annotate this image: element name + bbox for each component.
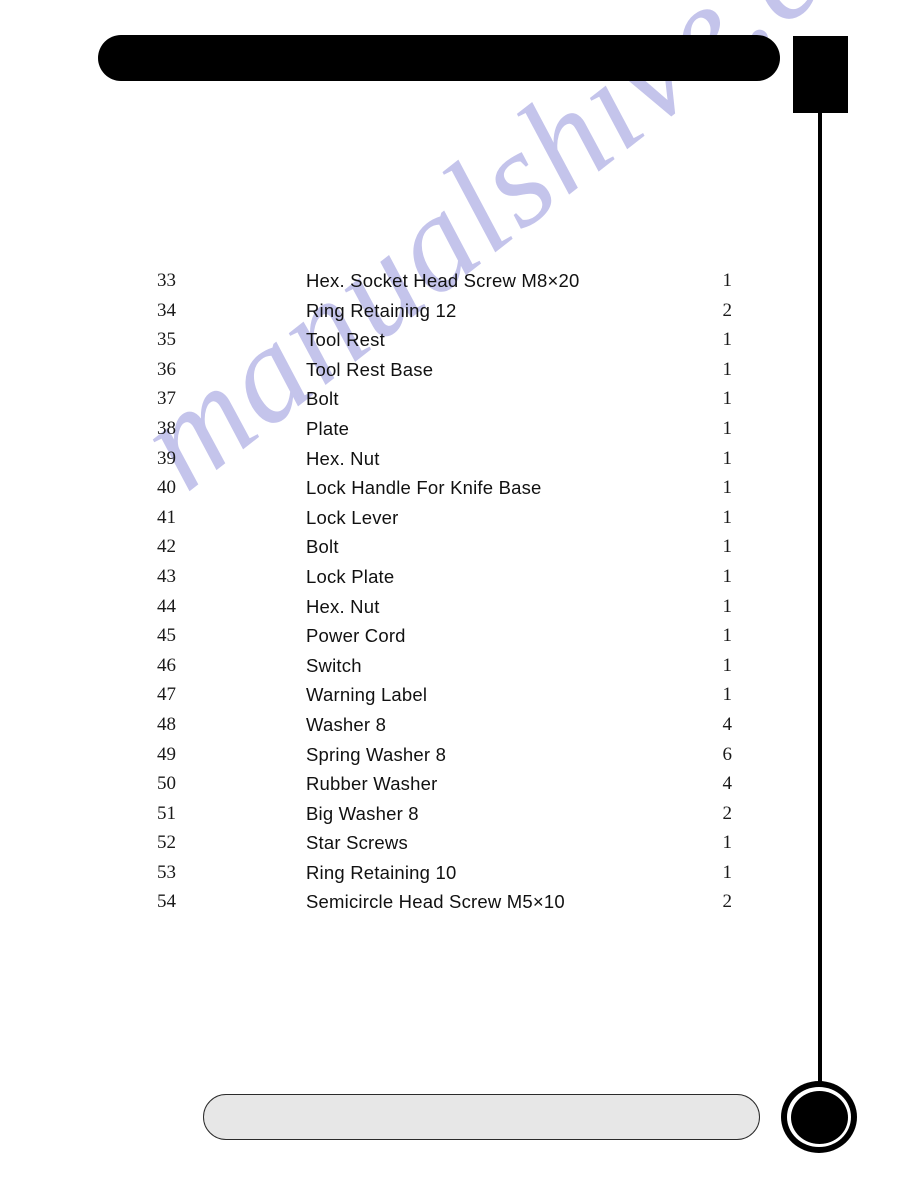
row-quantity: 1 <box>722 447 733 469</box>
row-description: Warning Label <box>306 684 428 706</box>
row-index: 36 <box>157 358 176 380</box>
row-quantity: 1 <box>722 832 733 854</box>
table-row: 46 Switch 1 <box>0 651 918 681</box>
row-description: Spring Washer 8 <box>306 743 447 765</box>
document-page: manualshive.com 33 Hex. Socket Head Screw… <box>0 0 918 1188</box>
row-description: Switch <box>306 654 362 676</box>
row-quantity: 1 <box>722 358 733 380</box>
row-quantity: 1 <box>722 536 733 558</box>
page-number-badge <box>781 1081 857 1153</box>
row-description: Hex. Nut <box>306 595 380 617</box>
row-description: Tool Rest <box>306 329 385 351</box>
table-row: 39 Hex. Nut 1 <box>0 444 918 474</box>
footer-bar <box>203 1094 760 1140</box>
table-row: 34 Ring Retaining 12 2 <box>0 296 918 326</box>
row-quantity: 1 <box>722 861 733 883</box>
row-description: Plate <box>306 417 350 439</box>
header-bar <box>98 35 780 81</box>
row-quantity: 4 <box>722 773 733 795</box>
table-row: 54 Semicircle Head Screw M5×10 2 <box>0 887 918 917</box>
table-row: 38 Plate 1 <box>0 414 918 444</box>
row-quantity: 4 <box>722 713 733 735</box>
row-index: 54 <box>157 891 176 913</box>
row-quantity: 1 <box>722 477 733 499</box>
header-side-tab <box>793 36 848 113</box>
parts-list-table: 33 Hex. Socket Head Screw M8×20 1 34 Ring Re… <box>0 266 918 917</box>
row-description: Hex. Socket Head Screw M8×20 <box>306 270 580 291</box>
row-index: 49 <box>157 743 176 765</box>
table-row: 44 Hex. Nut 1 <box>0 592 918 622</box>
row-description: Star Screws <box>306 832 408 854</box>
row-description: Bolt <box>306 388 339 410</box>
row-index: 48 <box>157 713 176 735</box>
row-index: 37 <box>157 388 176 410</box>
table-row: 50 Rubber Washer 4 <box>0 769 918 799</box>
badge-core <box>790 1090 848 1144</box>
table-row: 45 Power Cord 1 <box>0 621 918 651</box>
row-description: Power Cord <box>306 625 406 647</box>
table-row: 53 Ring Retaining 10 1 <box>0 858 918 888</box>
row-quantity: 6 <box>722 743 733 765</box>
row-description: Tool Rest Base <box>306 358 434 380</box>
table-row: 47 Warning Label 1 <box>0 680 918 710</box>
table-row: 43 Lock Plate 1 <box>0 562 918 592</box>
row-index: 50 <box>157 773 176 795</box>
row-quantity: 2 <box>722 891 733 913</box>
row-index: 53 <box>157 861 176 883</box>
row-description: Bolt <box>306 536 339 558</box>
row-quantity: 2 <box>722 802 733 824</box>
row-description: Washer 8 <box>306 713 387 735</box>
table-row: 35 Tool Rest 1 <box>0 325 918 355</box>
table-row: 49 Spring Washer 8 6 <box>0 740 918 770</box>
row-description: Lock Plate <box>306 565 395 587</box>
row-index: 46 <box>157 654 176 676</box>
table-row: 37 Bolt 1 <box>0 384 918 414</box>
row-index: 42 <box>157 536 176 558</box>
row-quantity: 1 <box>722 595 733 617</box>
row-index: 44 <box>157 595 176 617</box>
table-row: 40 Lock Handle For Knife Base 1 <box>0 473 918 503</box>
table-row: 48 Washer 8 4 <box>0 710 918 740</box>
right-edge-rule <box>818 112 822 1084</box>
row-description: Big Washer 8 <box>306 802 419 824</box>
row-index: 38 <box>157 417 176 439</box>
row-index: 34 <box>157 299 176 321</box>
table-row: 41 Lock Lever 1 <box>0 503 918 533</box>
table-row: 52 Star Screws 1 <box>0 828 918 858</box>
row-quantity: 1 <box>722 417 733 439</box>
row-index: 40 <box>157 477 176 499</box>
row-quantity: 1 <box>722 684 733 706</box>
table-row: 36 Tool Rest Base 1 <box>0 355 918 385</box>
table-row: 42 Bolt 1 <box>0 532 918 562</box>
table-row: 33 Hex. Socket Head Screw M8×20 1 <box>0 266 918 296</box>
row-index: 43 <box>157 565 176 587</box>
row-quantity: 2 <box>722 299 733 321</box>
row-description: Lock Handle For Knife Base <box>306 477 542 499</box>
row-quantity: 1 <box>722 329 733 351</box>
row-index: 45 <box>157 625 176 647</box>
table-row: 51 Big Washer 8 2 <box>0 799 918 829</box>
row-index: 39 <box>157 447 176 469</box>
row-quantity: 1 <box>722 565 733 587</box>
row-index: 35 <box>157 329 176 351</box>
row-index: 33 <box>157 270 176 291</box>
row-index: 51 <box>157 802 176 824</box>
row-quantity: 1 <box>722 506 733 528</box>
row-description: Semicircle Head Screw M5×10 <box>306 891 565 913</box>
row-quantity: 1 <box>722 270 733 291</box>
row-index: 47 <box>157 684 176 706</box>
row-description: Hex. Nut <box>306 447 380 469</box>
row-description: Lock Lever <box>306 506 399 528</box>
row-description: Ring Retaining 12 <box>306 299 457 321</box>
row-quantity: 1 <box>722 654 733 676</box>
row-index: 41 <box>157 506 176 528</box>
row-quantity: 1 <box>722 625 733 647</box>
row-index: 52 <box>157 832 176 854</box>
row-description: Ring Retaining 10 <box>306 861 457 883</box>
row-description: Rubber Washer <box>306 773 438 795</box>
row-quantity: 1 <box>722 388 733 410</box>
